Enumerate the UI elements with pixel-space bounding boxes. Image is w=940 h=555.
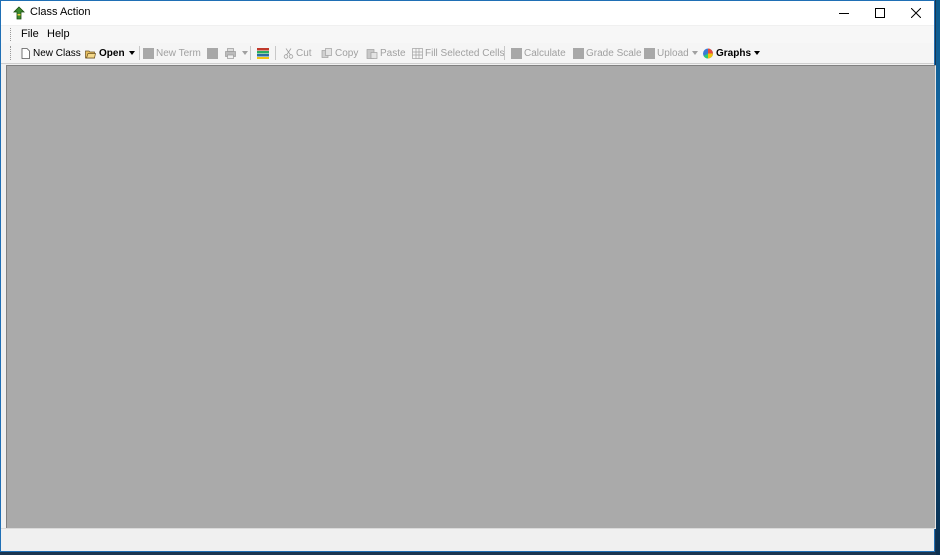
cut-label: Cut: [296, 47, 312, 59]
close-button[interactable]: [898, 1, 934, 25]
graphs-button[interactable]: Graphs: [702, 46, 761, 60]
calculate-label: Calculate: [524, 47, 566, 59]
close-icon: [911, 8, 921, 18]
minimize-icon: [839, 13, 849, 14]
toolbar-separator: [504, 46, 505, 60]
toolbar-separator: [250, 46, 251, 60]
chevron-down-icon: [129, 51, 135, 55]
calculate-icon: [511, 47, 522, 59]
menu-grip[interactable]: [10, 28, 13, 41]
scissors-icon: [283, 47, 294, 59]
app-window: Class Action File Help New Class Open Ne…: [0, 0, 936, 552]
maximize-button[interactable]: [862, 1, 898, 25]
open-label: Open: [99, 47, 125, 59]
title-bar[interactable]: Class Action: [1, 1, 934, 25]
pie-chart-icon: [703, 48, 713, 58]
copy-label: Copy: [335, 47, 359, 59]
new-term-label: New Term: [156, 47, 201, 59]
fill-selected-cells-label: Fill Selected Cells: [425, 47, 505, 59]
graphs-dropdown-icon: [754, 51, 761, 55]
calculate-button[interactable]: Calculate: [511, 46, 566, 60]
maximize-icon: [875, 8, 885, 18]
open-dropdown-button[interactable]: [126, 46, 135, 60]
app-icon: [13, 6, 25, 20]
new-term-button[interactable]: New Term: [143, 46, 201, 60]
status-bar: [1, 528, 934, 551]
upload-button[interactable]: Upload: [644, 46, 698, 60]
toolbar-grip[interactable]: [10, 46, 13, 60]
cut-button[interactable]: Cut: [283, 46, 312, 60]
print-icon: [225, 47, 236, 59]
grade-scale-label: Grade Scale: [586, 47, 642, 59]
copy-icon: [321, 47, 332, 58]
minimize-button[interactable]: [826, 1, 862, 25]
new-term-icon: [143, 47, 154, 59]
upload-label: Upload: [657, 47, 689, 59]
gradebook-icon: [257, 47, 269, 59]
new-class-label: New Class: [33, 47, 81, 59]
window-title: Class Action: [30, 6, 91, 18]
print-dropdown-icon: [242, 51, 248, 55]
menu-bar: File Help: [1, 26, 934, 44]
save-button[interactable]: [207, 46, 220, 60]
open-folder-icon: [85, 50, 96, 58]
toolbar-separator: [275, 46, 276, 60]
open-button[interactable]: Open: [84, 46, 125, 60]
grade-scale-button[interactable]: Grade Scale: [573, 46, 642, 60]
grid-icon: [412, 47, 423, 59]
graphs-label: Graphs: [716, 47, 752, 59]
new-document-icon: [21, 47, 30, 59]
grade-scale-icon: [573, 47, 584, 59]
toolbar: New Class Open New Term Cut Copy Paste F…: [1, 43, 934, 64]
upload-dropdown-icon: [691, 51, 698, 55]
gradebook-button[interactable]: [256, 46, 272, 60]
upload-icon: [644, 47, 655, 59]
paste-icon: [366, 48, 378, 59]
mdi-workspace[interactable]: [6, 65, 936, 529]
menu-file[interactable]: File: [21, 28, 39, 40]
toolbar-separator: [139, 46, 140, 60]
new-class-button[interactable]: New Class: [20, 46, 81, 60]
paste-label: Paste: [380, 47, 406, 59]
menu-help[interactable]: Help: [47, 28, 70, 40]
paste-button[interactable]: Paste: [366, 46, 406, 60]
save-icon: [207, 47, 218, 59]
fill-selected-cells-button[interactable]: Fill Selected Cells: [412, 46, 504, 60]
copy-button[interactable]: Copy: [321, 46, 358, 60]
desktop-background: [936, 0, 940, 555]
print-button[interactable]: [224, 46, 248, 60]
